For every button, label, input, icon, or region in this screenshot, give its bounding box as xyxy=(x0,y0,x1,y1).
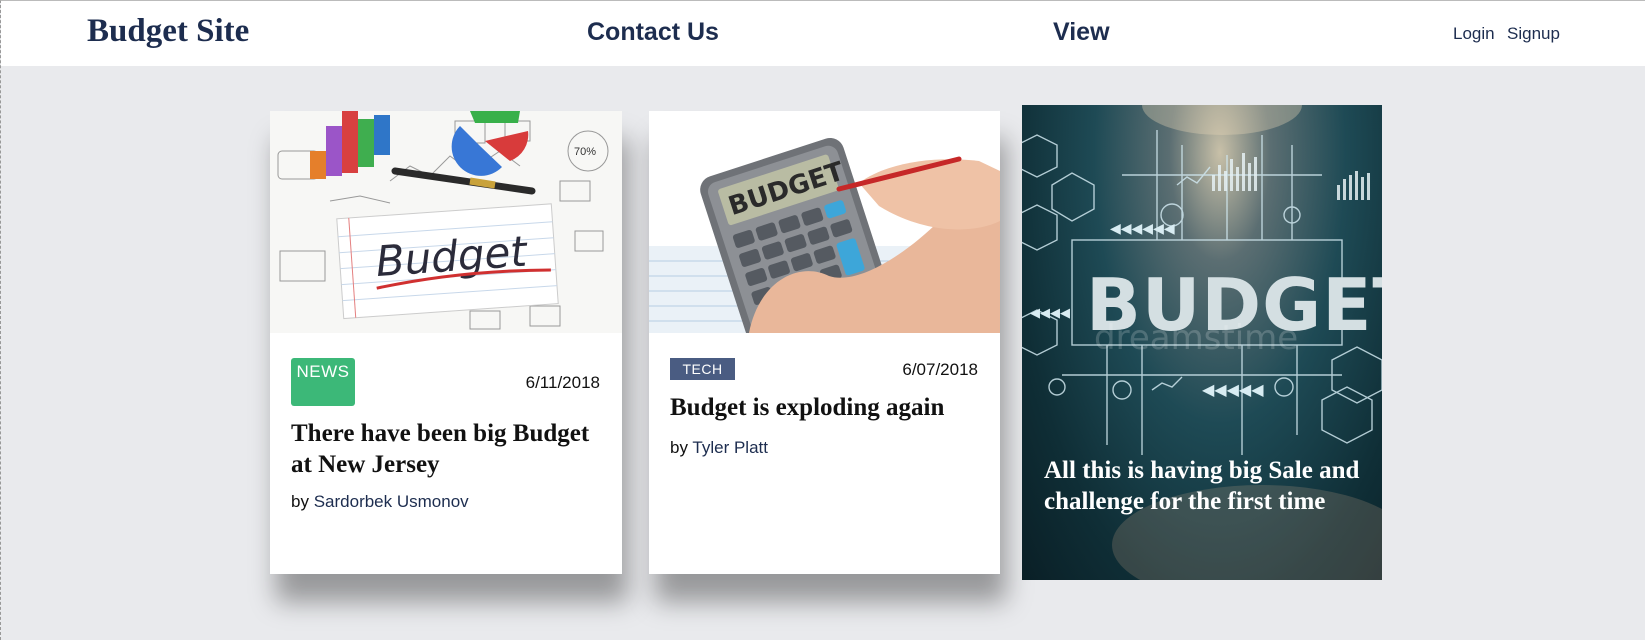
article-card-tech[interactable]: BUDGET TECH 6/07/2018 Budget is explodin… xyxy=(649,111,1000,574)
site-brand[interactable]: Budget Site xyxy=(87,13,249,50)
article-date: 6/07/2018 xyxy=(902,360,978,379)
featured-article-card[interactable]: ◀◀◀◀◀◀ ◀◀◀◀◀ ◀◀◀◀ BUDGET dreamstime All … xyxy=(1022,105,1382,580)
svg-text:◀◀◀◀◀◀: ◀◀◀◀◀◀ xyxy=(1110,221,1175,237)
top-navbar: Budget Site Contact Us View Login Signup xyxy=(1,1,1645,66)
article-author: by Sardorbek Usmonov xyxy=(291,492,469,512)
tech-badge[interactable]: TECH xyxy=(670,358,735,380)
svg-text:70%: 70% xyxy=(574,146,596,158)
article-date: 6/11/2018 xyxy=(525,373,600,392)
article-author: by Tyler Platt xyxy=(670,438,768,458)
login-link[interactable]: Login xyxy=(1453,24,1495,44)
news-badge[interactable]: NEWS xyxy=(291,358,355,406)
author-name[interactable]: Tyler Platt xyxy=(692,438,768,457)
calculator-image[interactable]: BUDGET xyxy=(649,111,1000,333)
signup-link[interactable]: Signup xyxy=(1507,24,1560,44)
author-name[interactable]: Sardorbek Usmonov xyxy=(314,492,469,511)
article-title[interactable]: Budget is exploding again xyxy=(670,392,990,423)
svg-text:◀◀◀◀◀: ◀◀◀◀◀ xyxy=(1202,380,1264,399)
nav-contact-us[interactable]: Contact Us xyxy=(587,18,719,47)
watermark-text: dreamstime xyxy=(1094,318,1298,358)
author-prefix: by xyxy=(291,492,309,511)
featured-article-title[interactable]: All this is having big Sale and challeng… xyxy=(1044,455,1364,517)
nav-view[interactable]: View xyxy=(1053,18,1110,47)
svg-text:◀◀◀◀: ◀◀◀◀ xyxy=(1030,306,1070,321)
article-card-news[interactable]: 70% Budget NEWS 6/11/2018 There have bee… xyxy=(270,111,622,574)
article-title[interactable]: There have been big Budget at New Jersey xyxy=(291,418,611,480)
budget-charts-image[interactable]: 70% Budget xyxy=(270,111,622,333)
author-prefix: by xyxy=(670,438,688,457)
